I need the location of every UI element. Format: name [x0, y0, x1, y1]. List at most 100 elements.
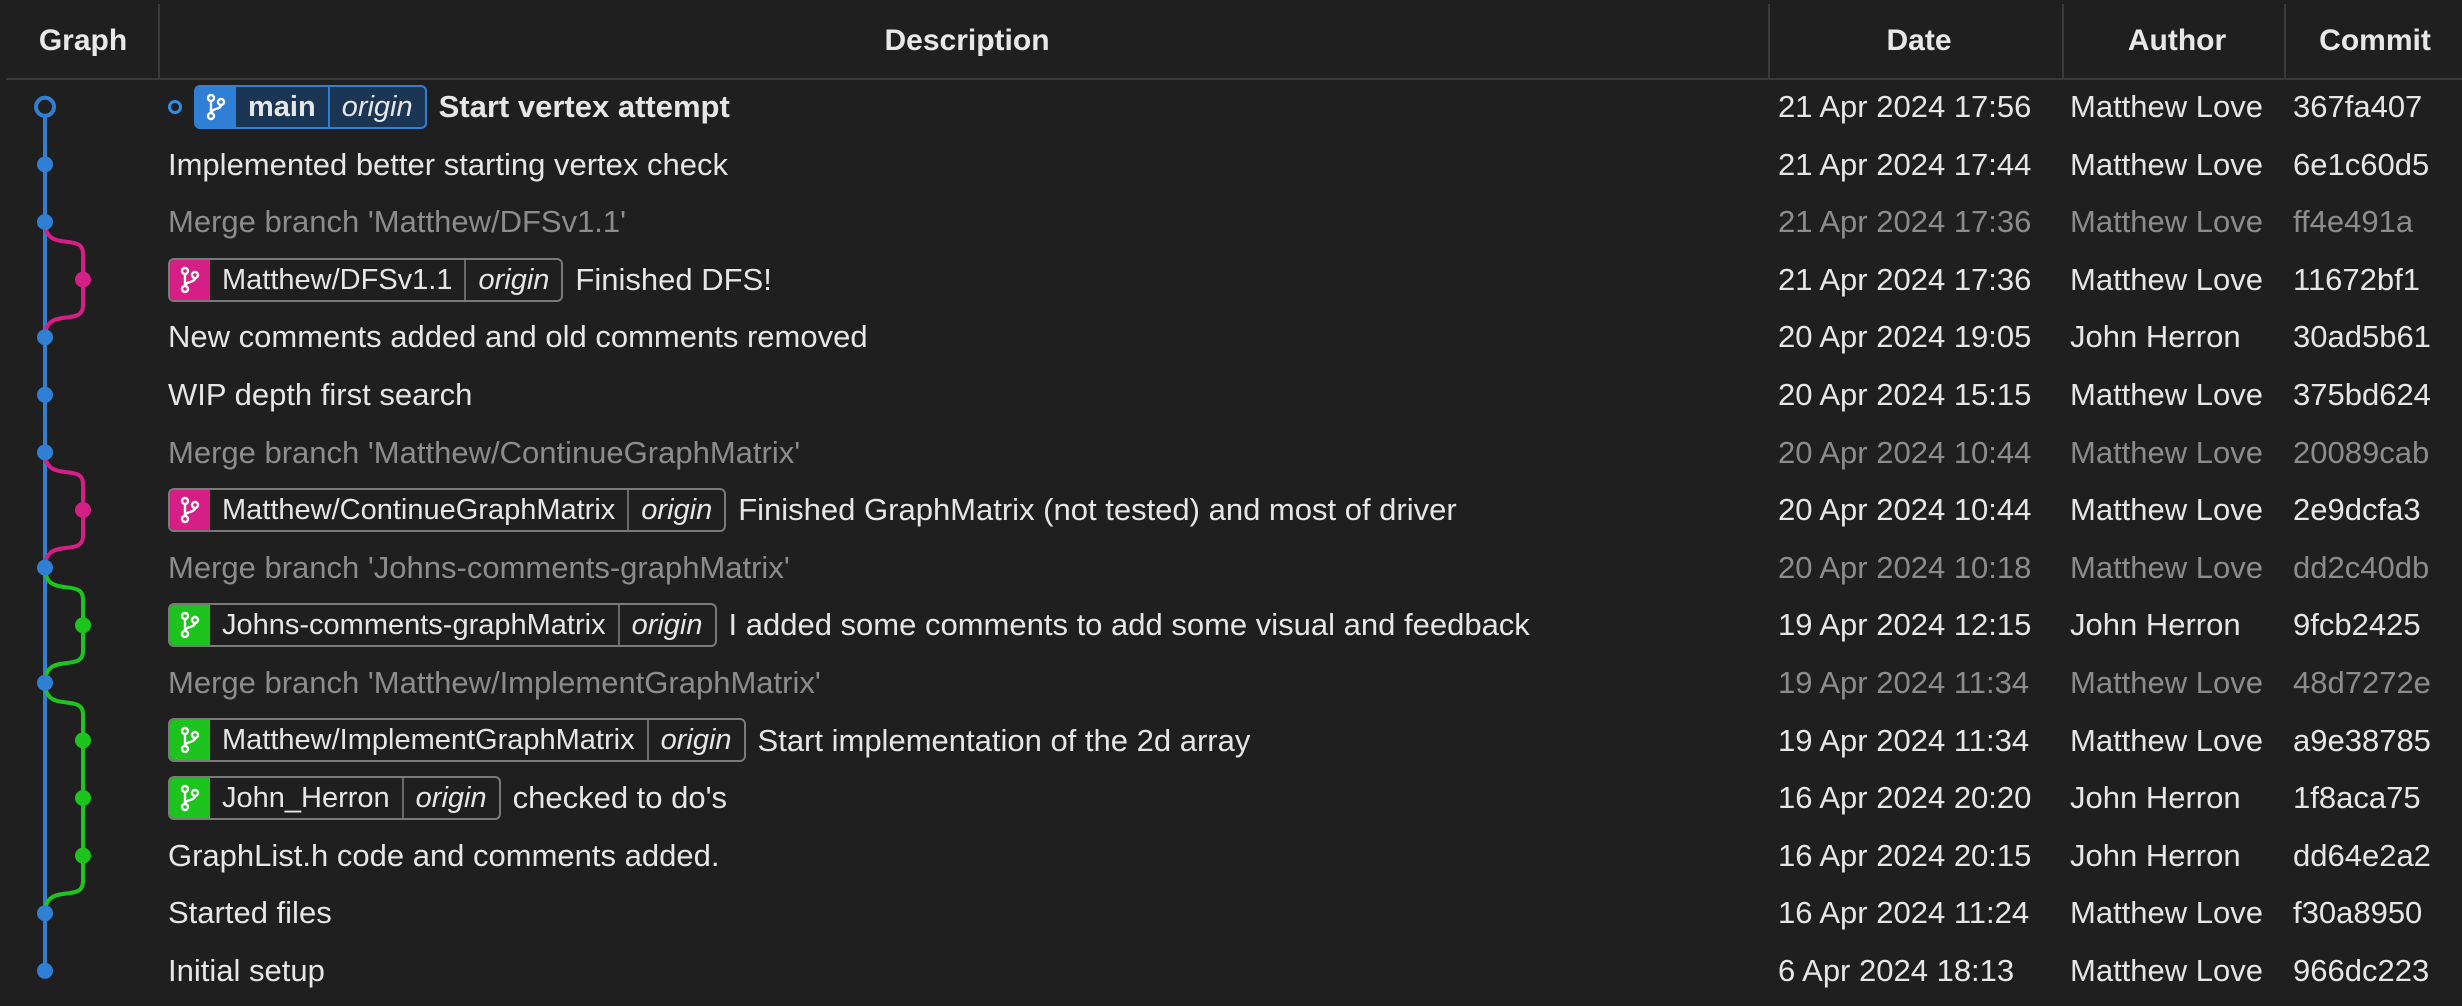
branch-ref-badge[interactable]: Johns-comments-graphMatrix origin: [168, 603, 717, 648]
commit-hash: f30a8950: [2293, 895, 2423, 931]
commit-description: Implemented better starting vertex check: [168, 136, 728, 194]
commit-message: Started files: [168, 895, 332, 931]
commit-row[interactable]: Matthew/ContinueGraphMatrix origin Finishe…: [0, 481, 2462, 539]
commit-row[interactable]: John_Herron origin checked to do's 16 Apr 2…: [0, 769, 2462, 827]
commit-author: Matthew Love: [2070, 434, 2263, 470]
commit-description: Matthew/DFSv1.1 origin Finished DFS!: [168, 251, 772, 309]
column-divider[interactable]: [1768, 4, 1770, 78]
commit-author: Matthew Love: [2070, 89, 2263, 124]
branch-name: Matthew/ImplementGraphMatrix: [210, 720, 649, 761]
branch-name: John_Herron: [210, 777, 404, 818]
commit-message: Implemented better starting vertex check: [168, 146, 728, 182]
commit-row[interactable]: Implemented better starting vertex check…: [0, 136, 2462, 194]
commit-row[interactable]: Initial setup 6 Apr 2024 18:13 Matthew Lov…: [0, 942, 2462, 1000]
commit-hash: 1f8aca75: [2293, 780, 2421, 816]
commit-hash: 2e9dcfa3: [2293, 492, 2421, 528]
commit-row[interactable]: Merge branch 'Johns-comments-graphMatrix…: [0, 539, 2462, 597]
commit-author: Matthew Love: [2070, 377, 2263, 412]
commit-message: Initial setup: [168, 953, 325, 988]
commit-date: 21 Apr 2024 17:44: [1778, 146, 2032, 182]
branch-ref-badge[interactable]: Matthew/ImplementGraphMatrix origin: [168, 718, 746, 763]
commit-message: GraphList.h code and comments added.: [168, 837, 720, 873]
column-header-author[interactable]: Author: [2066, 4, 2288, 78]
git-branch-icon: [170, 777, 210, 818]
column-header-commit[interactable]: Commit: [2288, 4, 2462, 78]
commit-message: Merge branch 'Johns-comments-graphMatrix…: [168, 549, 790, 585]
commit-row[interactable]: Merge branch 'Matthew/ImplementGraphMatr…: [0, 654, 2462, 712]
commit-description: Started files: [168, 884, 332, 942]
git-branch-icon: [170, 605, 210, 646]
commit-date: 20 Apr 2024 10:44: [1778, 434, 2032, 470]
commit-description: GraphList.h code and comments added.: [168, 827, 719, 885]
commit-author: Matthew Love: [2070, 492, 2263, 528]
commit-message: Finished GraphMatrix (not tested) and mo…: [738, 492, 1457, 528]
commit-row[interactable]: WIP depth first search 20 Apr 2024 15:15 M…: [0, 366, 2462, 424]
branch-ref-badge[interactable]: John_Herron origin: [168, 775, 501, 820]
commit-description: Merge branch 'Matthew/ImplementGraphMatr…: [168, 654, 821, 712]
commit-hash: dd64e2a2: [2293, 837, 2431, 873]
commit-description: main origin Start vertex attempt: [168, 78, 730, 136]
git-branch-icon: [170, 259, 210, 300]
column-header-description[interactable]: Description: [162, 4, 1772, 78]
commit-hash: 11672bf1: [2293, 261, 2420, 297]
commit-date: 16 Apr 2024 11:24: [1778, 895, 2030, 931]
branch-ref-badge[interactable]: Matthew/DFSv1.1 origin: [168, 257, 564, 302]
git-branch-icon: [170, 489, 210, 530]
branch-ref-badge[interactable]: Matthew/ContinueGraphMatrix origin: [168, 487, 727, 532]
commit-row[interactable]: Merge branch 'Matthew/DFSv1.1' 21 Apr 202…: [0, 193, 2462, 251]
commit-author: John Herron: [2070, 319, 2241, 355]
commit-hash: dd2c40db: [2293, 549, 2430, 585]
commit-row[interactable]: Matthew/DFSv1.1 origin Finished DFS! 21 Apr…: [0, 251, 2462, 309]
remote-name: origin: [341, 90, 413, 123]
commit-message: Finished DFS!: [575, 261, 772, 297]
commit-message: Merge branch 'Matthew/ContinueGraphMatri…: [168, 434, 801, 470]
commit-date: 16 Apr 2024 20:15: [1778, 837, 2032, 873]
commit-description: John_Herron origin checked to do's: [168, 769, 727, 827]
commit-date: 19 Apr 2024 12:15: [1778, 607, 2032, 643]
commit-description: Merge branch 'Matthew/DFSv1.1': [168, 193, 626, 251]
remote-name: origin: [641, 493, 713, 526]
git-branch-icon: [170, 720, 210, 761]
commit-author: Matthew Love: [2070, 953, 2263, 988]
commit-row[interactable]: Johns-comments-graphMatrix origin I added …: [0, 596, 2462, 654]
commit-author: Matthew Love: [2070, 204, 2263, 240]
commit-author: Matthew Love: [2070, 549, 2263, 585]
commit-hash: 30ad5b61: [2293, 319, 2431, 355]
remote-name: origin: [631, 609, 703, 642]
commit-author: John Herron: [2070, 607, 2241, 643]
commit-date: 19 Apr 2024 11:34: [1778, 665, 2030, 700]
commit-message: Start vertex attempt: [438, 89, 730, 124]
commit-date: 21 Apr 2024 17:36: [1778, 261, 2032, 297]
commit-author: John Herron: [2070, 837, 2241, 873]
branch-ref-badge[interactable]: main origin: [194, 84, 427, 129]
commit-message: WIP depth first search: [168, 377, 473, 412]
column-header-date[interactable]: Date: [1772, 4, 2066, 78]
commit-row[interactable]: New comments added and old comments remo…: [0, 308, 2462, 366]
commit-author: Matthew Love: [2070, 146, 2263, 182]
table-header: Graph Description Date Author Commit: [6, 4, 2462, 80]
commit-hash: ff4e491a: [2293, 204, 2414, 240]
column-divider[interactable]: [2284, 4, 2286, 78]
commit-hash: 9fcb2425: [2293, 607, 2421, 643]
commit-row[interactable]: Matthew/ImplementGraphMatrix origin Start …: [0, 712, 2462, 770]
commit-date: 20 Apr 2024 19:05: [1778, 319, 2032, 355]
commit-description: Matthew/ContinueGraphMatrix origin Finishe…: [168, 481, 1457, 539]
branch-name: Johns-comments-graphMatrix: [210, 605, 620, 646]
column-divider[interactable]: [2062, 4, 2064, 78]
commit-row[interactable]: main origin Start vertex attempt 21 Apr 202…: [0, 78, 2462, 136]
commit-row[interactable]: Started files 16 Apr 2024 11:24 Matthew Lo…: [0, 884, 2462, 942]
head-marker-icon: [168, 99, 182, 114]
commit-hash: 375bd624: [2293, 377, 2431, 412]
commit-hash: 966dc223: [2293, 953, 2430, 988]
remote-name: origin: [478, 263, 550, 296]
remote-name: origin: [415, 781, 487, 814]
commit-message: I added some comments to add some visual…: [728, 607, 1530, 643]
commit-row[interactable]: GraphList.h code and comments added. 16 A…: [0, 827, 2462, 885]
commit-date: 20 Apr 2024 10:18: [1778, 549, 2032, 585]
commit-description: Merge branch 'Johns-comments-graphMatrix…: [168, 539, 790, 597]
commit-date: 19 Apr 2024 11:34: [1778, 722, 2030, 758]
commit-hash: 48d7272e: [2293, 665, 2431, 700]
commit-row[interactable]: Merge branch 'Matthew/ContinueGraphMatri…: [0, 424, 2462, 482]
remote-name: origin: [660, 724, 732, 757]
commit-date: 16 Apr 2024 20:20: [1778, 780, 2032, 816]
